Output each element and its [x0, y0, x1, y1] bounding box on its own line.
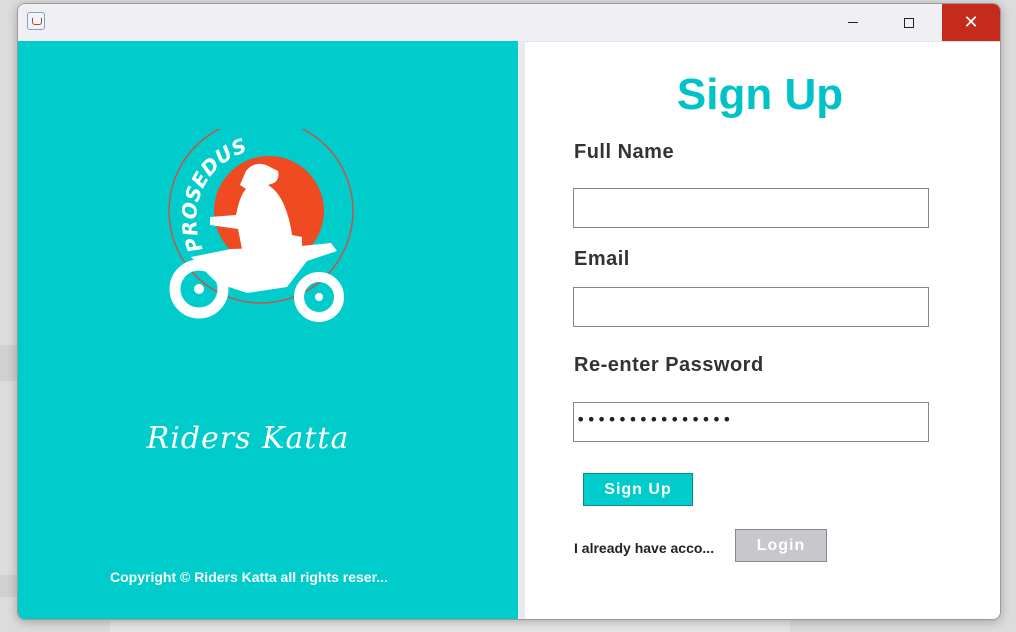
java-app-icon	[27, 12, 45, 30]
minimize-button[interactable]	[830, 4, 876, 41]
close-icon: ✕	[963, 11, 979, 33]
brand-name: Riders Katta	[146, 421, 350, 456]
email-input[interactable]	[573, 287, 929, 327]
have-account-text: I already have acco...	[574, 540, 715, 556]
full-name-input[interactable]	[573, 188, 929, 228]
background-strip	[0, 575, 17, 597]
background-strip	[0, 345, 17, 381]
page-title: Sign Up	[676, 70, 844, 119]
maximize-icon	[904, 17, 914, 28]
email-label: Email	[574, 248, 630, 270]
maximize-button[interactable]	[886, 4, 932, 41]
background-strip	[110, 618, 790, 632]
password-label: Re-enter Password	[574, 354, 764, 376]
title-bar: ✕	[18, 4, 1000, 42]
riders-katta-logo: PROSEDUS	[168, 129, 354, 322]
panel-divider	[518, 41, 525, 619]
full-name-label: Full Name	[574, 141, 675, 163]
login-button[interactable]: Login	[735, 529, 827, 562]
copyright-text: Copyright © Riders Katta all rights rese…	[110, 569, 388, 585]
password-mask: •••••••••••••••	[576, 410, 733, 429]
signup-button[interactable]: Sign Up	[583, 473, 693, 506]
minimize-icon	[848, 22, 858, 23]
close-button[interactable]: ✕	[942, 4, 1000, 41]
branding-panel: PROSEDUS Riders Katta Copyright © Riders…	[18, 41, 518, 619]
